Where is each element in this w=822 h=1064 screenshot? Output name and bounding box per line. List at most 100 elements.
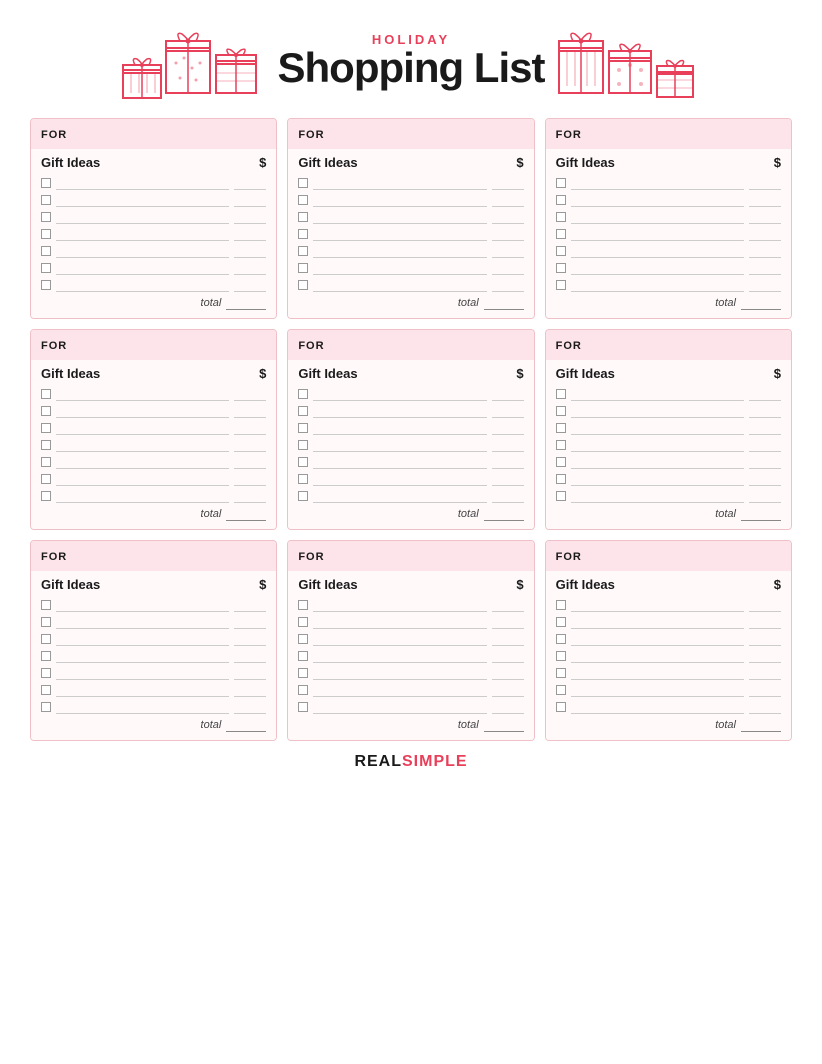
- checkbox[interactable]: [41, 406, 51, 416]
- checkbox[interactable]: [41, 178, 51, 188]
- checkbox[interactable]: [556, 280, 566, 290]
- checkbox[interactable]: [298, 178, 308, 188]
- total-label: total: [458, 297, 479, 309]
- total-line: [484, 718, 524, 732]
- shopping-card: FORGift Ideas$total: [287, 329, 534, 530]
- checkbox[interactable]: [556, 474, 566, 484]
- card-body: Gift Ideas$total: [288, 571, 533, 740]
- checkbox[interactable]: [556, 195, 566, 205]
- checkbox[interactable]: [298, 263, 308, 273]
- item-line: [56, 666, 229, 680]
- dollar-sign: $: [516, 155, 523, 170]
- checkbox[interactable]: [556, 263, 566, 273]
- price-line: [749, 615, 781, 629]
- checkbox[interactable]: [298, 246, 308, 256]
- price-line: [749, 244, 781, 258]
- price-line: [749, 278, 781, 292]
- item-line: [313, 472, 486, 486]
- checkbox[interactable]: [41, 423, 51, 433]
- checkbox[interactable]: [556, 600, 566, 610]
- checkbox[interactable]: [298, 617, 308, 627]
- item-line: [56, 649, 229, 663]
- checkbox[interactable]: [298, 229, 308, 239]
- item-row: [556, 404, 781, 418]
- checkbox[interactable]: [556, 389, 566, 399]
- price-line: [749, 683, 781, 697]
- item-line: [56, 683, 229, 697]
- checkbox[interactable]: [556, 457, 566, 467]
- checkbox[interactable]: [298, 406, 308, 416]
- checkbox[interactable]: [41, 389, 51, 399]
- checkbox[interactable]: [298, 651, 308, 661]
- checkbox[interactable]: [298, 600, 308, 610]
- checkbox[interactable]: [41, 263, 51, 273]
- checkbox[interactable]: [41, 600, 51, 610]
- checkbox[interactable]: [41, 651, 51, 661]
- checkbox[interactable]: [41, 229, 51, 239]
- checkbox[interactable]: [556, 634, 566, 644]
- checkbox[interactable]: [556, 246, 566, 256]
- price-line: [749, 632, 781, 646]
- checkbox[interactable]: [556, 702, 566, 712]
- item-row: [298, 632, 523, 646]
- checkbox[interactable]: [298, 457, 308, 467]
- checkbox[interactable]: [41, 491, 51, 501]
- item-line: [56, 404, 229, 418]
- total-line: [741, 507, 781, 521]
- price-line: [492, 176, 524, 190]
- for-label: FOR: [556, 340, 582, 352]
- item-row: [298, 598, 523, 612]
- checkbox[interactable]: [556, 229, 566, 239]
- for-label: FOR: [41, 340, 67, 352]
- checkbox[interactable]: [41, 668, 51, 678]
- checkbox[interactable]: [298, 195, 308, 205]
- item-row: [556, 683, 781, 697]
- checkbox[interactable]: [298, 491, 308, 501]
- checkbox[interactable]: [556, 668, 566, 678]
- checkbox[interactable]: [298, 668, 308, 678]
- checkbox[interactable]: [298, 440, 308, 450]
- checkbox[interactable]: [41, 634, 51, 644]
- checkbox[interactable]: [556, 406, 566, 416]
- checkbox[interactable]: [298, 685, 308, 695]
- checkbox[interactable]: [556, 651, 566, 661]
- item-line: [56, 387, 229, 401]
- checkbox[interactable]: [298, 634, 308, 644]
- price-line: [749, 700, 781, 714]
- checkbox[interactable]: [556, 617, 566, 627]
- checkbox[interactable]: [41, 474, 51, 484]
- card-body: Gift Ideas$total: [546, 149, 791, 318]
- checkbox[interactable]: [41, 212, 51, 222]
- price-line: [234, 489, 266, 503]
- item-line: [571, 683, 744, 697]
- checkbox[interactable]: [41, 440, 51, 450]
- price-line: [749, 193, 781, 207]
- checkbox[interactable]: [556, 491, 566, 501]
- price-line: [492, 193, 524, 207]
- checkbox[interactable]: [298, 702, 308, 712]
- checkbox[interactable]: [556, 212, 566, 222]
- checkbox[interactable]: [298, 389, 308, 399]
- checkbox[interactable]: [556, 178, 566, 188]
- checkbox[interactable]: [41, 685, 51, 695]
- price-line: [749, 438, 781, 452]
- checkbox[interactable]: [41, 457, 51, 467]
- checkbox[interactable]: [556, 685, 566, 695]
- checkbox[interactable]: [298, 474, 308, 484]
- item-line: [571, 598, 744, 612]
- gift-ideas-label: Gift Ideas: [41, 577, 100, 592]
- checkbox[interactable]: [298, 212, 308, 222]
- checkbox[interactable]: [41, 702, 51, 712]
- item-line: [571, 387, 744, 401]
- checkbox[interactable]: [41, 280, 51, 290]
- total-label: total: [201, 508, 222, 520]
- checkbox[interactable]: [556, 440, 566, 450]
- checkbox[interactable]: [556, 423, 566, 433]
- checkbox[interactable]: [41, 617, 51, 627]
- checkbox[interactable]: [298, 423, 308, 433]
- checkbox[interactable]: [41, 246, 51, 256]
- gift-ideas-row: Gift Ideas$: [556, 366, 781, 381]
- checkbox[interactable]: [41, 195, 51, 205]
- item-line: [56, 176, 229, 190]
- checkbox[interactable]: [298, 280, 308, 290]
